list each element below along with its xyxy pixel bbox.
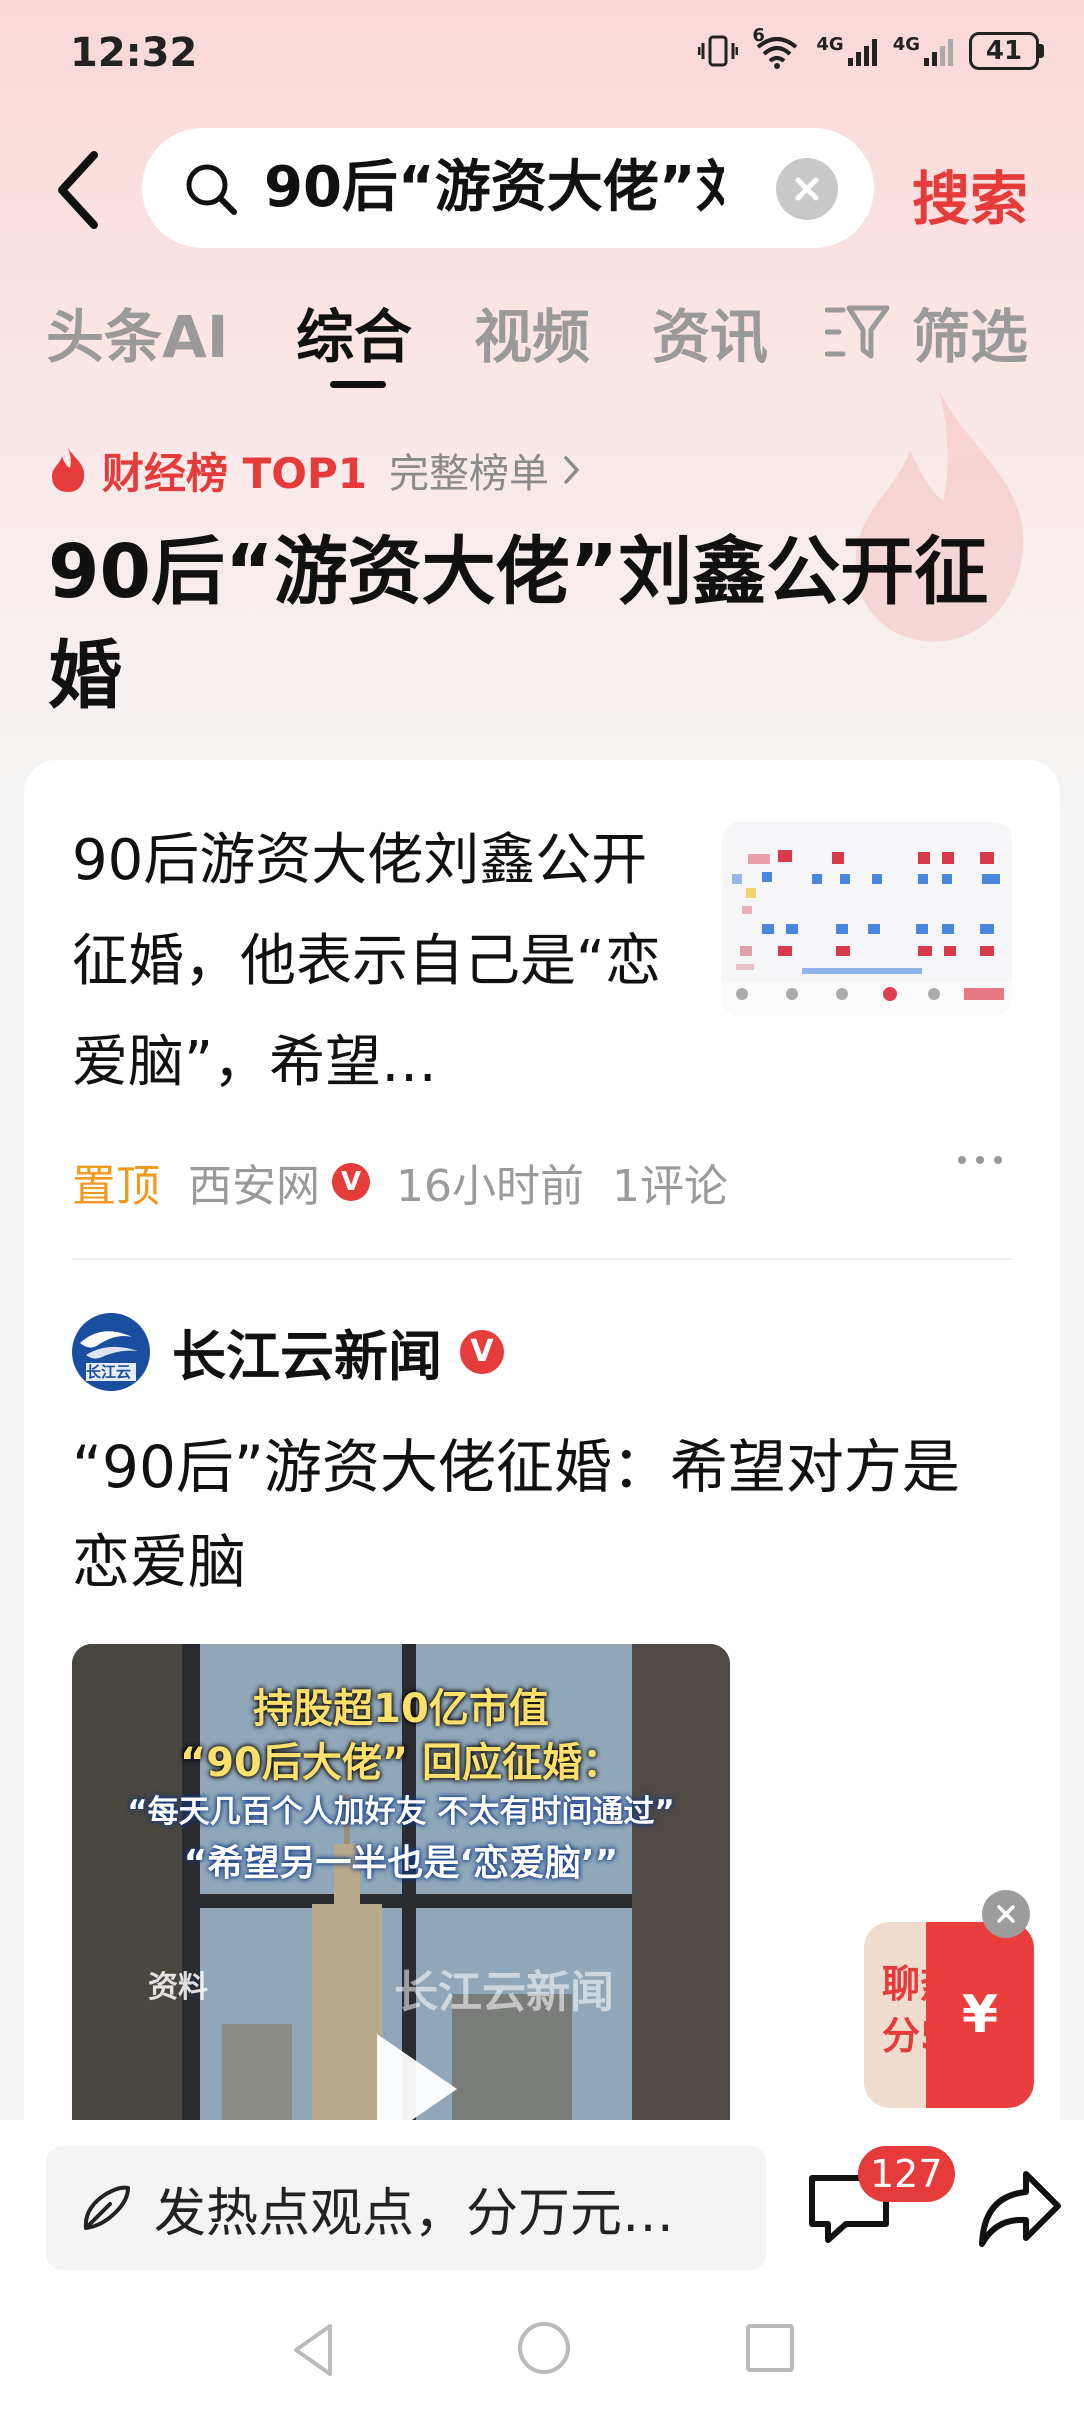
wifi-badge: 6 — [752, 25, 765, 46]
status-time: 12:32 — [70, 30, 198, 76]
article-comment-count: 1评论 — [612, 1161, 728, 1212]
network-type-1: 4G — [816, 34, 844, 55]
nav-recents-icon[interactable] — [746, 2324, 794, 2372]
article-title[interactable]: “90后”游资大佬征婚：希望对方是恋爱脑 — [72, 1420, 1012, 1610]
comment-input[interactable]: 发热点观点，分万元… — [46, 2146, 766, 2270]
signal-2: 4G — [893, 36, 953, 66]
hot-rank-label: 财经榜 TOP1 — [102, 448, 367, 498]
bottom-action-bar: 发热点观点，分万元… 127 — [0, 2120, 1084, 2292]
tab-filter[interactable]: 筛选 — [912, 290, 1028, 374]
tab-comprehensive[interactable]: 综合 — [296, 290, 412, 374]
hot-topic-title[interactable]: 90后“游资大佬”刘鑫公开征婚 — [48, 520, 1008, 728]
source-logo: 长江云 — [72, 1312, 150, 1391]
filter-icon[interactable] — [825, 300, 891, 364]
article-meta: 置顶 西安网 V 16小时前 1评论 — [72, 1150, 728, 1214]
search-query[interactable]: 90后“游资大佬”刘 — [264, 156, 724, 220]
pinned-label: 置顶 — [72, 1161, 160, 1212]
source-logo-text: 长江云 — [86, 1362, 132, 1381]
video-thumbnail[interactable]: 持股超10亿市值 “90后大佬” 回应征婚： “每天几百个人加好友 不太有时间通… — [72, 1644, 730, 2184]
signal-bars-icon — [847, 36, 877, 66]
back-arrow-icon[interactable] — [50, 145, 110, 235]
more-options-icon[interactable] — [958, 1156, 1002, 1164]
article-source[interactable]: 西安网 — [188, 1150, 320, 1214]
verified-badge: V — [332, 1163, 370, 1201]
close-icon — [795, 177, 819, 201]
video-watermark: 长江云新闻 — [394, 1967, 614, 2018]
battery-icon: 41 — [969, 32, 1044, 70]
status-bar: 12:32 6 4G 4G 41 — [0, 0, 1084, 110]
status-icons: 6 4G 4G 41 — [698, 25, 1044, 70]
close-float-ad-button[interactable] — [982, 1890, 1030, 1938]
source-row[interactable]: 长江云 长江云新闻 V — [72, 1312, 504, 1391]
close-icon — [997, 1905, 1015, 1923]
search-input[interactable]: 90后“游资大佬”刘 — [142, 128, 874, 248]
clear-search-button[interactable] — [776, 158, 838, 220]
share-icon[interactable] — [976, 2166, 1062, 2250]
comment-placeholder: 发热点观点，分万元… — [154, 2183, 675, 2244]
chevron-right-icon — [564, 456, 580, 484]
network-type-2: 4G — [892, 34, 920, 55]
hot-rank-row[interactable]: 财经榜 TOP1 完整榜单 — [48, 442, 583, 498]
article-title[interactable]: 90后游资大佬刘鑫公开征婚，他表示自己是“恋爱脑”，希望… — [72, 810, 672, 1113]
comment-count-badge: 127 — [858, 2146, 955, 2202]
video-caption-3: “每天几百个人加好友 不太有时间通过” — [127, 1794, 675, 1830]
search-icon — [186, 164, 237, 215]
floating-red-envelope[interactable]: 聊热分5 ¥ — [864, 1922, 1034, 2108]
tab-video[interactable]: 视频 — [474, 290, 590, 374]
video-caption-1: 持股超10亿市值 — [253, 1686, 549, 1732]
search-button[interactable]: 搜索 — [912, 152, 1028, 236]
float-ad-symbol: ¥ — [926, 1922, 1034, 2108]
tab-news[interactable]: 资讯 — [652, 290, 768, 374]
active-tab-indicator — [330, 381, 386, 388]
tab-bar: 头条AI 综合 视频 资讯 筛选 — [0, 280, 1084, 400]
system-nav-bar — [0, 2292, 1084, 2412]
nav-back-icon[interactable] — [286, 2320, 342, 2380]
video-caption-4: “希望另一半也是‘恋爱脑’” — [183, 1843, 619, 1884]
flame-icon — [52, 448, 85, 492]
article-time: 16小时前 — [396, 1161, 584, 1212]
blurred-thumbnail-image — [722, 822, 1012, 1016]
video-watermark-label: 资料 — [148, 1970, 208, 2005]
tab-toutiao-ai[interactable]: 头条AI — [46, 290, 228, 374]
nav-home-icon[interactable] — [518, 2322, 570, 2374]
verified-badge: V — [460, 1329, 504, 1374]
battery-level: 41 — [969, 32, 1039, 70]
video-caption-2: “90后大佬” 回应征婚： — [179, 1740, 623, 1786]
wifi-icon: 6 — [752, 25, 800, 69]
pen-icon — [83, 2185, 130, 2230]
full-list-link[interactable]: 完整榜单 — [389, 441, 549, 499]
signal-bars-icon — [924, 36, 953, 66]
vibrate-icon — [698, 35, 739, 67]
divider — [72, 1258, 1012, 1260]
article-thumbnail[interactable] — [722, 822, 1012, 1016]
signal-1: 4G — [816, 34, 877, 66]
source-name: 长江云新闻 — [172, 1325, 442, 1388]
